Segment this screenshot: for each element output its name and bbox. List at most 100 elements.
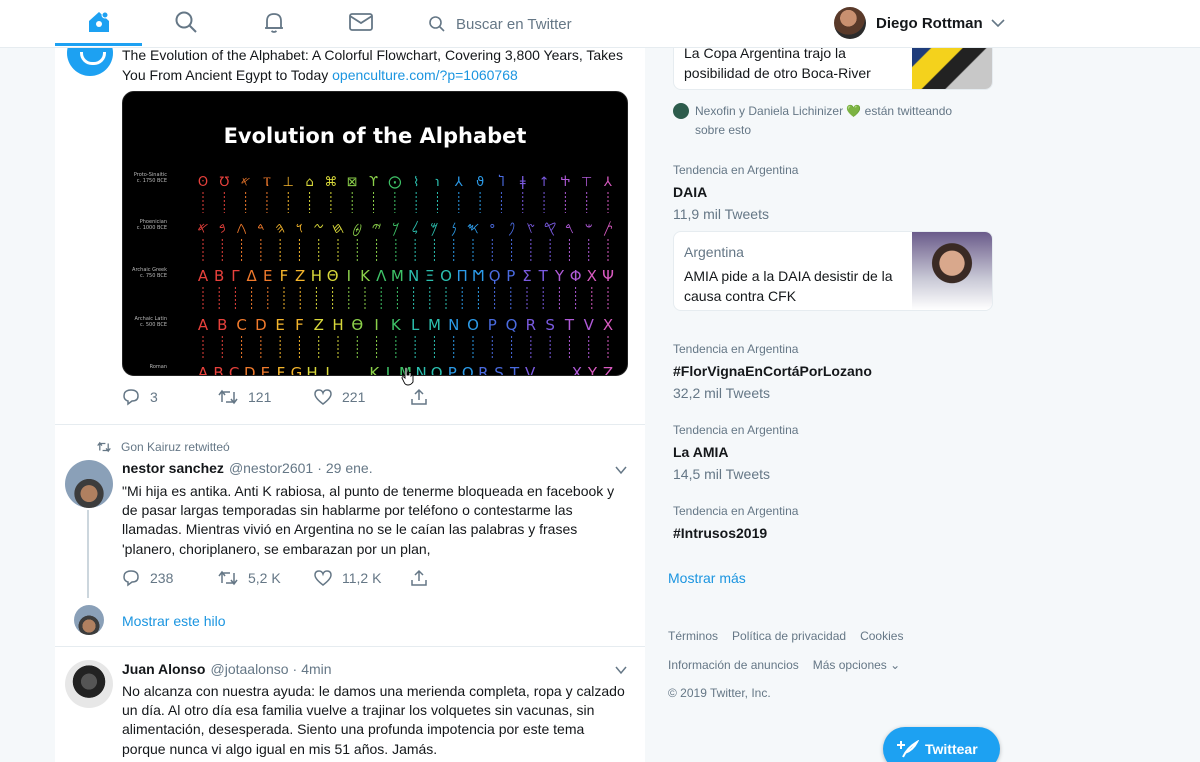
avatar[interactable] xyxy=(65,460,113,508)
trend-item[interactable]: Tendencia en Argentina La AMIA 14,5 mil … xyxy=(673,422,798,482)
footer-cookies-link[interactable]: Cookies xyxy=(860,629,903,643)
alphabet-glyph: R xyxy=(526,316,536,334)
alphabet-glyph: ⨀ xyxy=(388,175,401,190)
alphabet-glyph: 𐤍 xyxy=(451,219,457,237)
alphabet-glyph: Δ xyxy=(246,267,257,285)
notifications-bell-icon[interactable] xyxy=(260,8,288,36)
alphabet-glyph: Ξ xyxy=(425,267,434,285)
author-name[interactable]: nestor sanchez xyxy=(122,460,224,476)
alphabet-glyph: 𐤒 xyxy=(544,219,557,237)
author-handle[interactable]: @nestor2601 xyxy=(229,460,313,476)
share-button[interactable] xyxy=(410,569,506,587)
alphabet-glyph: C xyxy=(229,364,239,376)
tweet-media-image[interactable]: Evolution of the Alphabet Proto-Sinaitic… xyxy=(122,91,628,376)
tweet-header: nestor sanchez @nestor2601 · 29 ene. xyxy=(122,460,373,476)
alphabet-glyph: F xyxy=(277,364,286,376)
alphabet-glyph: 𐤇 xyxy=(332,219,345,237)
trend-item[interactable]: Tendencia en Argentina #FlorVignaEnCortá… xyxy=(673,341,872,401)
alphabet-glyph: ⊤ xyxy=(581,175,592,190)
trend-news-card[interactable]: Argentina AMIA pide a la DAIA desistir d… xyxy=(673,231,993,311)
messages-envelope-icon[interactable] xyxy=(347,8,375,36)
alphabet-glyph: Ⴕ xyxy=(561,175,570,190)
footer-privacy-link[interactable]: Política de privacidad xyxy=(732,629,846,643)
alphabet-glyph: N xyxy=(448,316,459,334)
tweet-compose-button[interactable]: Twittear xyxy=(883,727,1000,762)
footer-terms-link[interactable]: Términos xyxy=(668,629,718,643)
user-menu[interactable]: Diego Rottman xyxy=(834,6,1005,40)
alphabet-glyph: 𐤑 xyxy=(526,219,535,237)
alphabet-glyph: I xyxy=(325,364,329,376)
alphabet-glyph: 𐤀 xyxy=(197,219,208,237)
avatar xyxy=(673,103,689,119)
alphabet-glyph: P xyxy=(488,316,497,334)
alphabet-glyph: Ψ xyxy=(602,267,614,285)
alphabet-glyph: D xyxy=(255,316,267,334)
trend-item[interactable]: Tendencia en Argentina #Intrusos2019 xyxy=(673,503,798,541)
show-thread-link[interactable]: Mostrar este hilo xyxy=(122,613,225,629)
alphabet-glyph: 𐤌 xyxy=(430,219,438,237)
home-icon[interactable] xyxy=(85,8,113,36)
search-input[interactable] xyxy=(456,15,676,33)
retweet-icon xyxy=(218,389,238,405)
share-button[interactable] xyxy=(410,388,506,406)
share-icon xyxy=(411,569,427,586)
alphabet-glyph: ϒ xyxy=(369,175,378,190)
trend-name: #Intrusos2019 xyxy=(673,525,768,541)
tweet-body: No alcanza con nuestra ayuda: le damos u… xyxy=(122,683,625,757)
like-button[interactable]: 11,2 K xyxy=(314,570,410,586)
alphabet-glyph: Q xyxy=(462,364,474,376)
alphabet-glyph: L xyxy=(411,316,420,334)
explore-search-icon[interactable] xyxy=(172,8,200,36)
alphabet-glyph: Ε xyxy=(263,267,272,285)
author-name[interactable]: Juan Alonso xyxy=(122,661,206,677)
alphabet-glyph: 𐤀 xyxy=(241,175,251,190)
trend-count: 14,5 mil Tweets xyxy=(673,466,771,482)
chevron-down-icon[interactable] xyxy=(991,16,1005,30)
chevron-down-icon: ⌄ xyxy=(890,658,901,672)
footer-more-options[interactable]: Más opciones ⌄ xyxy=(813,658,900,672)
tweet-time[interactable]: 4min xyxy=(301,661,331,677)
author-handle[interactable]: @jotaalonso xyxy=(211,661,289,677)
footer-links: Información de anuncios Más opciones ⌄ xyxy=(668,658,900,672)
alphabet-glyph: Λ xyxy=(376,267,387,285)
retweet-button[interactable]: 5,2 K xyxy=(218,570,314,586)
chevron-down-icon[interactable] xyxy=(615,664,627,676)
tweet-time[interactable]: 29 ene. xyxy=(326,460,373,476)
footer-ads-link[interactable]: Información de anuncios xyxy=(668,658,799,672)
reply-button[interactable]: 3 xyxy=(122,388,218,406)
avatar[interactable] xyxy=(834,7,866,39)
user-name: Diego Rottman xyxy=(876,14,983,32)
alphabet-glyph: 𐤐 xyxy=(508,219,515,237)
chevron-down-icon[interactable] xyxy=(615,464,627,476)
search-box[interactable] xyxy=(428,10,698,38)
alphabet-glyph: ϴ xyxy=(351,316,363,334)
alphabet-glyph: X xyxy=(603,316,613,334)
alphabet-glyph: Z xyxy=(314,316,324,334)
show-more-link[interactable]: Mostrar más xyxy=(668,570,746,586)
alphabet-glyph: H xyxy=(332,316,343,334)
reply-button[interactable]: 238 xyxy=(122,569,218,587)
trend-item[interactable]: Tendencia en Argentina DAIA 11,9 mil Twe… xyxy=(673,162,798,222)
trend-context: Tendencia en Argentina xyxy=(673,423,799,437)
retweet-context-text[interactable]: Gon Kairuz retwitteó xyxy=(121,440,230,454)
like-count: 221 xyxy=(342,389,366,405)
alphabet-glyph: 𐤃 xyxy=(257,219,264,237)
heart-icon xyxy=(314,570,332,586)
thread-line xyxy=(87,510,89,598)
retweet-button[interactable]: 121 xyxy=(218,389,314,405)
alphabet-glyph: Ζ xyxy=(295,267,305,285)
alphabet-glyph: B xyxy=(217,316,227,334)
tweet-link[interactable]: openculture.com/?p=1060768 xyxy=(332,67,518,83)
alphabet-glyph: Ν xyxy=(408,267,419,285)
card-category: Argentina xyxy=(684,244,744,260)
trend-count: 32,2 mil Tweets xyxy=(673,385,771,401)
avatar[interactable] xyxy=(65,660,113,708)
alphabet-glyph: 𐤉 xyxy=(372,219,382,237)
alphabet-glyph: 𐤅 xyxy=(296,219,303,237)
like-button[interactable]: 221 xyxy=(314,389,410,405)
avatar[interactable] xyxy=(74,605,104,635)
alphabet-glyph: T xyxy=(564,316,575,334)
tweeting-about: Nexofin y Daniela Lichinizer 💚 están twi… xyxy=(673,102,983,140)
retweet-icon xyxy=(218,570,238,586)
top-navigation-bar: Diego Rottman xyxy=(0,0,1200,48)
